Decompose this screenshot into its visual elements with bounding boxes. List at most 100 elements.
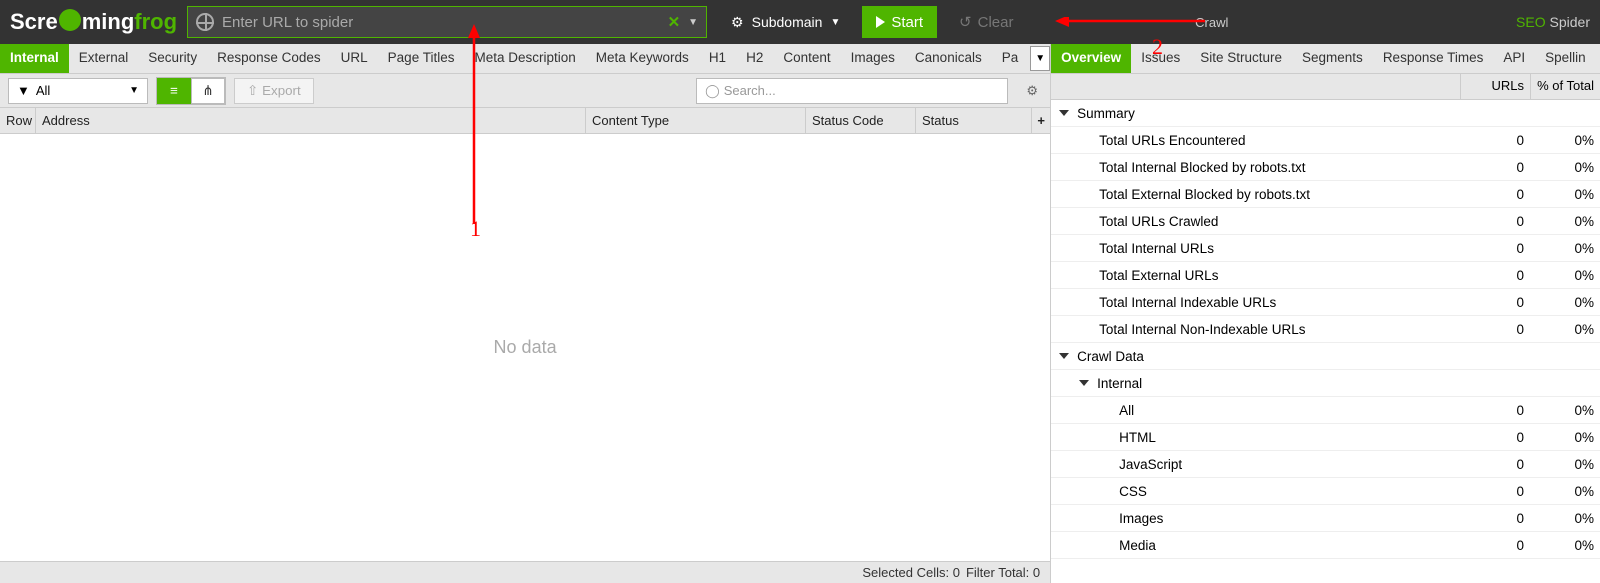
tab-internal[interactable]: Internal — [0, 44, 69, 73]
logo-text-2: ming — [82, 9, 135, 35]
filter-dropdown[interactable]: ▼All ▼ — [8, 78, 148, 104]
product-label: SEO Spider — [1516, 14, 1590, 30]
product-spider: Spider — [1546, 14, 1590, 30]
overview-row[interactable]: Total Internal Non-Indexable URLs00% — [1051, 316, 1600, 343]
logo-text-3: frog — [134, 9, 177, 35]
overview-row[interactable]: HTML00% — [1051, 424, 1600, 451]
overview-col-urls[interactable]: URLs — [1460, 74, 1530, 99]
tab-images[interactable]: Images — [841, 44, 905, 73]
tab-canonicals[interactable]: Canonicals — [905, 44, 992, 73]
search-settings-icon[interactable]: ⚙ — [1022, 83, 1042, 99]
rtab-response-times[interactable]: Response Times — [1373, 44, 1494, 73]
overview-urls-value: 0 — [1460, 322, 1530, 337]
start-button[interactable]: Start — [862, 6, 937, 38]
search-input[interactable] — [724, 83, 999, 98]
overview-urls-value: 0 — [1460, 538, 1530, 553]
crawl-mode-dropdown[interactable]: ⚙ Subdomain ▼ — [721, 6, 850, 38]
tree-view-button[interactable]: ⋔ — [191, 78, 225, 104]
rtab-api[interactable]: API — [1493, 44, 1535, 73]
filter-total-label: Filter Total: 0 — [966, 565, 1040, 580]
col-status-code[interactable]: Status Code — [806, 108, 916, 133]
overview-row-label: Media — [1119, 538, 1156, 553]
tab-meta-keywords[interactable]: Meta Keywords — [586, 44, 699, 73]
app-logo: Scremingfrog — [10, 9, 177, 35]
tab-url[interactable]: URL — [331, 44, 378, 73]
chevron-down-icon: ▼ — [129, 85, 139, 96]
overview-col-pct[interactable]: % of Total — [1530, 74, 1600, 99]
overview-row[interactable]: Total Internal Indexable URLs00% — [1051, 289, 1600, 316]
overview-row-label: Total Internal Non-Indexable URLs — [1099, 322, 1305, 337]
overview-urls-value: 0 — [1460, 295, 1530, 310]
overview-row[interactable]: Total URLs Encountered00% — [1051, 127, 1600, 154]
tab-content[interactable]: Content — [773, 44, 840, 73]
overview-row-label: Summary — [1077, 106, 1135, 121]
overview-row[interactable]: Images00% — [1051, 505, 1600, 532]
tabs-overflow-button[interactable]: ▼ — [1030, 46, 1050, 71]
overview-row-label: Total Internal URLs — [1099, 241, 1214, 256]
tab-h2[interactable]: H2 — [736, 44, 773, 73]
overview-row-label: Total Internal Blocked by robots.txt — [1099, 160, 1305, 175]
frog-icon — [59, 9, 81, 31]
url-input-container[interactable]: ✕ ▼ — [187, 6, 707, 38]
overview-row[interactable]: Total External Blocked by robots.txt00% — [1051, 181, 1600, 208]
overview-row-label: Internal — [1097, 376, 1142, 391]
tab-pa[interactable]: Pa — [992, 44, 1029, 73]
overview-row-label: All — [1119, 403, 1134, 418]
right-tabs: OverviewIssuesSite StructureSegmentsResp… — [1051, 44, 1600, 74]
no-data-message: No data — [0, 134, 1050, 561]
overview-row-label: Images — [1119, 511, 1163, 526]
overview-urls-value: 0 — [1460, 430, 1530, 445]
tab-page-titles[interactable]: Page Titles — [378, 44, 465, 73]
col-status[interactable]: Status — [916, 108, 1032, 133]
tab-meta-description[interactable]: Meta Description — [464, 44, 585, 73]
overview-urls-value: 0 — [1460, 187, 1530, 202]
tab-external[interactable]: External — [69, 44, 139, 73]
overview-row-label: HTML — [1119, 430, 1156, 445]
overview-row[interactable]: Total Internal URLs00% — [1051, 235, 1600, 262]
url-dropdown-icon[interactable]: ▼ — [688, 17, 698, 28]
table-header: Row Address Content Type Status Code Sta… — [0, 108, 1050, 134]
overview-row[interactable]: Media 00% — [1051, 532, 1600, 559]
overview-pct-value: 0% — [1530, 214, 1600, 229]
tab-h1[interactable]: H1 — [699, 44, 736, 73]
left-tabs: InternalExternalSecurityResponse CodesUR… — [0, 44, 1050, 74]
overview-row[interactable]: Total Internal Blocked by robots.txt00% — [1051, 154, 1600, 181]
list-view-button[interactable]: ≡ — [157, 78, 191, 104]
annotation-label-2: 2 — [1152, 34, 1163, 60]
overview-row[interactable]: Total External URLs00% — [1051, 262, 1600, 289]
overview-urls-value: 0 — [1460, 268, 1530, 283]
rtab-overview[interactable]: Overview — [1051, 44, 1131, 73]
tab-security[interactable]: Security — [138, 44, 207, 73]
overview-section[interactable]: Summary — [1051, 100, 1600, 127]
col-row[interactable]: Row — [0, 108, 36, 133]
crawl-progress-label: Crawl — [1195, 15, 1228, 30]
overview-pct-value: 0% — [1530, 538, 1600, 553]
chevron-down-icon: ▼ — [830, 17, 840, 28]
overview-row[interactable]: Total URLs Crawled 00% — [1051, 208, 1600, 235]
rtab-spellin[interactable]: Spellin — [1535, 44, 1596, 73]
clear-url-icon[interactable]: ✕ — [668, 13, 681, 31]
overview-row[interactable]: JavaScript00% — [1051, 451, 1600, 478]
overview-section[interactable]: Crawl Data — [1051, 343, 1600, 370]
col-content-type[interactable]: Content Type — [586, 108, 806, 133]
overview-pct-value: 0% — [1530, 268, 1600, 283]
caret-down-icon — [1079, 380, 1089, 386]
overview-urls-value: 0 — [1460, 214, 1530, 229]
overview-row[interactable]: CSS00% — [1051, 478, 1600, 505]
rtab-segments[interactable]: Segments — [1292, 44, 1373, 73]
export-label: Export — [262, 83, 301, 98]
left-pane: InternalExternalSecurityResponse CodesUR… — [0, 44, 1051, 583]
search-box[interactable]: ◯ — [696, 78, 1008, 104]
col-address[interactable]: Address — [36, 108, 586, 133]
overview-section[interactable]: Internal — [1051, 370, 1600, 397]
url-input[interactable] — [222, 14, 660, 31]
product-seo: SEO — [1516, 14, 1546, 30]
overview-urls-value: 0 — [1460, 457, 1530, 472]
rtab-site-structure[interactable]: Site Structure — [1190, 44, 1292, 73]
add-column-button[interactable]: + — [1032, 108, 1050, 133]
tab-response-codes[interactable]: Response Codes — [207, 44, 331, 73]
overview-urls-value: 0 — [1460, 133, 1530, 148]
clear-button-label: Clear — [978, 14, 1014, 31]
overview-row[interactable]: All00% — [1051, 397, 1600, 424]
overview-row-label: Total URLs Crawled — [1099, 214, 1218, 229]
